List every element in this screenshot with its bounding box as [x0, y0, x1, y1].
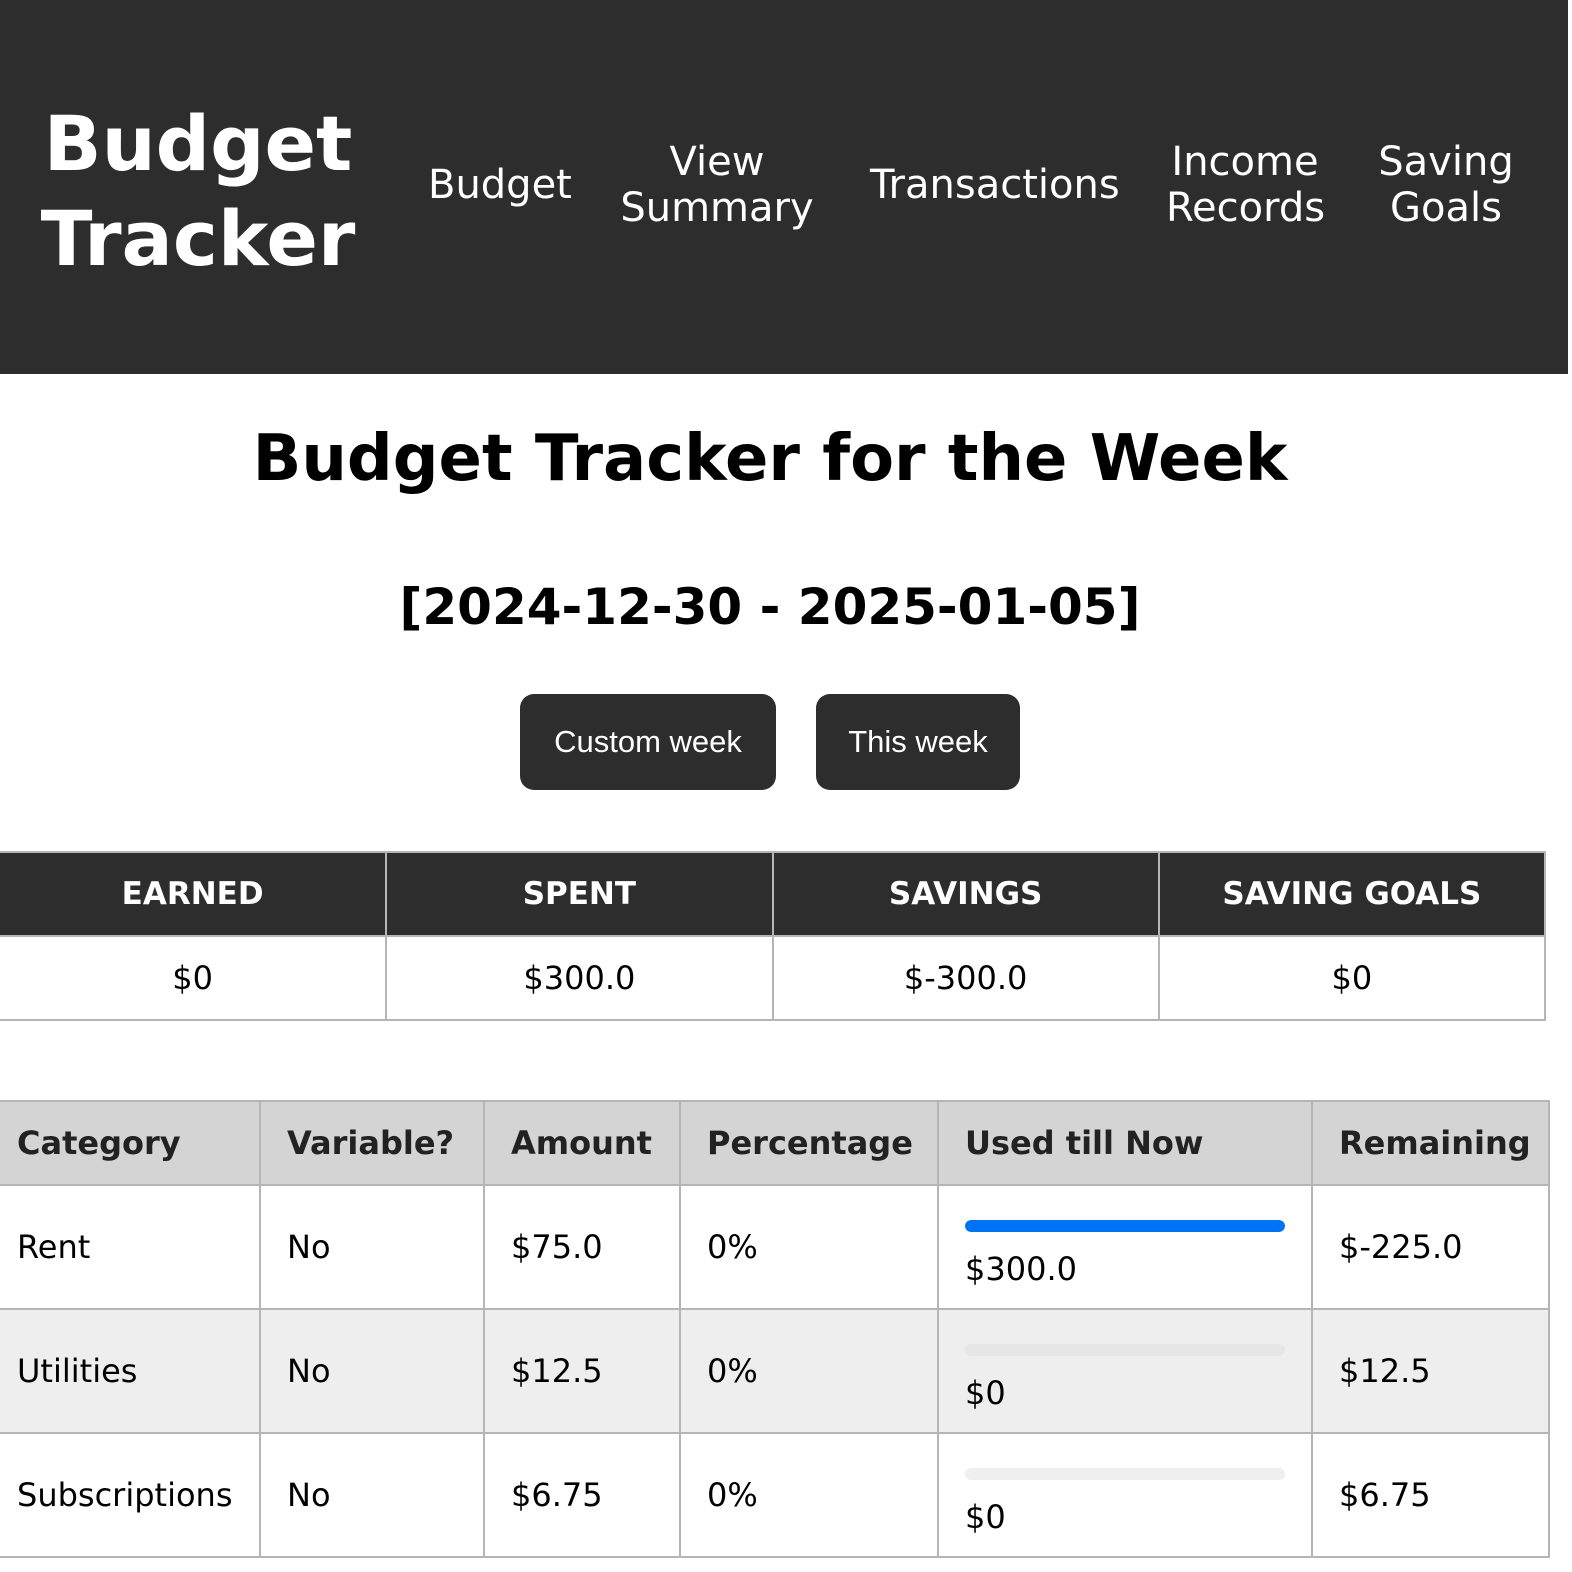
- cell-category: Utilities: [0, 1308, 261, 1434]
- used-progress-fill: [965, 1220, 1285, 1232]
- summary-header-saving-goals: SAVING GOALS: [1157, 851, 1547, 937]
- page-title: Budget Tracker for the Week: [252, 422, 1288, 496]
- used-amount: $300.0: [965, 1250, 1077, 1288]
- week-range: [2024-12-30 - 2025-01-05]: [399, 578, 1141, 636]
- used-progress-bar: [965, 1220, 1285, 1232]
- table-row: Subscriptions No $6.75 0% $0 $6.75: [0, 1432, 1550, 1558]
- nav-transactions[interactable]: Transactions: [870, 162, 1120, 208]
- cell-percentage: 0%: [679, 1308, 939, 1434]
- summary-header-row: EARNED SPENT SAVINGS SAVING GOALS: [0, 851, 1547, 937]
- header-variable: Variable?: [259, 1100, 485, 1186]
- cell-remaining: $12.5: [1311, 1308, 1550, 1434]
- header-remaining: Remaining: [1311, 1100, 1550, 1186]
- nav-budget-label: Budget: [428, 162, 572, 208]
- summary-values-row: $0 $300.0 $-300.0 $0: [0, 935, 1547, 1021]
- summary-table: EARNED SPENT SAVINGS SAVING GOALS $0 $30…: [0, 851, 1547, 1021]
- used-progress-bar: [965, 1468, 1285, 1480]
- summary-savings-value: $-300.0: [771, 935, 1160, 1021]
- header-percentage: Percentage: [679, 1100, 939, 1186]
- navbar: Budget Tracker Budget View Summary Trans…: [0, 0, 1568, 374]
- cell-variable: No: [259, 1184, 485, 1310]
- brand-line-1: Budget: [43, 99, 353, 188]
- header-category: Category: [0, 1100, 261, 1186]
- cell-amount: $12.5: [483, 1308, 681, 1434]
- nav-saving-goals-label-2: Goals: [1390, 185, 1502, 231]
- cell-used: $0: [937, 1308, 1313, 1434]
- summary-header-savings: SAVINGS: [771, 851, 1160, 937]
- cell-variable: No: [259, 1432, 485, 1558]
- cell-percentage: 0%: [679, 1184, 939, 1310]
- nav-view-summary[interactable]: View Summary: [620, 139, 814, 231]
- table-row: Rent No $75.0 0% $300.0 $-225.0: [0, 1184, 1550, 1310]
- nav-view-summary-label-1: View: [669, 139, 765, 185]
- nav-budget[interactable]: Budget: [428, 162, 572, 208]
- cell-amount: $6.75: [483, 1432, 681, 1558]
- summary-earned-value: $0: [0, 935, 388, 1021]
- summary-saving-goals-value: $0: [1157, 935, 1547, 1021]
- cell-variable: No: [259, 1308, 485, 1434]
- budget-header-row: Category Variable? Amount Percentage Use…: [0, 1100, 1550, 1186]
- budget-table: Category Variable? Amount Percentage Use…: [0, 1100, 1550, 1558]
- used-amount: $0: [965, 1498, 1006, 1536]
- cell-remaining: $-225.0: [1311, 1184, 1550, 1310]
- nav-income-records[interactable]: Income Records: [1166, 139, 1326, 231]
- cell-used: $0: [937, 1432, 1313, 1558]
- nav-view-summary-label-2: Summary: [620, 185, 814, 231]
- nav-income-records-label-1: Income: [1171, 139, 1319, 185]
- summary-header-spent: SPENT: [385, 851, 774, 937]
- used-progress-bar: [965, 1344, 1285, 1356]
- cell-percentage: 0%: [679, 1432, 939, 1558]
- summary-header-earned: EARNED: [0, 851, 388, 937]
- header-used-till-now: Used till Now: [937, 1100, 1313, 1186]
- brand-line-2: Tracker: [40, 194, 356, 283]
- this-week-button[interactable]: This week: [816, 694, 1020, 790]
- brand-logo[interactable]: Budget Tracker: [28, 96, 368, 286]
- cell-category: Rent: [0, 1184, 261, 1310]
- used-amount: $0: [965, 1374, 1006, 1412]
- cell-amount: $75.0: [483, 1184, 681, 1310]
- header-amount: Amount: [483, 1100, 681, 1186]
- cell-category: Subscriptions: [0, 1432, 261, 1558]
- cell-used: $300.0: [937, 1184, 1313, 1310]
- cell-remaining: $6.75: [1311, 1432, 1550, 1558]
- nav-saving-goals[interactable]: Saving Goals: [1376, 139, 1516, 231]
- table-row: Utilities No $12.5 0% $0 $12.5: [0, 1308, 1550, 1434]
- custom-week-button[interactable]: Custom week: [520, 694, 776, 790]
- nav-transactions-label: Transactions: [870, 162, 1120, 208]
- summary-spent-value: $300.0: [385, 935, 774, 1021]
- nav-saving-goals-label-1: Saving: [1378, 139, 1514, 185]
- nav-income-records-label-2: Records: [1166, 185, 1326, 231]
